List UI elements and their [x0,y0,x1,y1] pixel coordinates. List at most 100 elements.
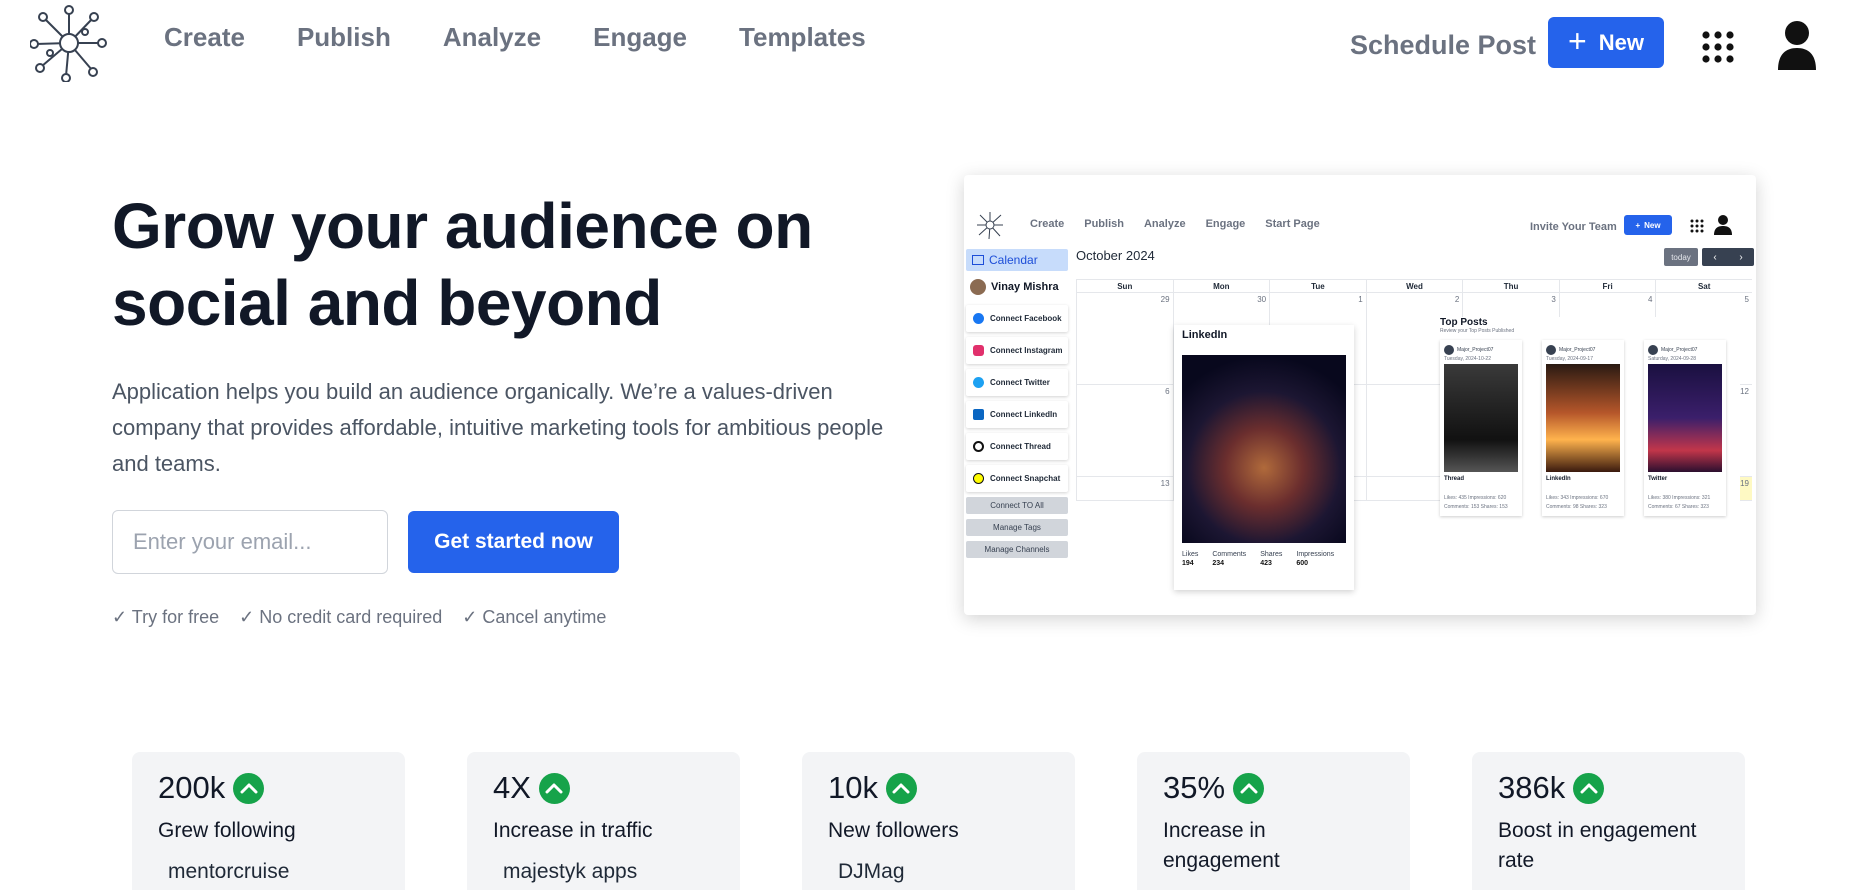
post-stat-value: 194 [1182,560,1194,567]
post-stat-value: 600 [1296,560,1309,567]
apps-grid-icon[interactable] [1702,31,1734,63]
top-post-metrics: Likes: 343 Impressions: 670 Comments: 98 … [1546,494,1620,512]
nav-analyze[interactable]: Analyze [443,22,541,53]
top-post-date: Tuesday, 2024-10-22 [1444,356,1491,362]
top-post-metric: Likes: 343 Impressions: 670 [1546,495,1609,501]
chevron-up-icon [538,772,570,804]
preview-month-title: October 2024 [1076,248,1155,263]
top-post-metric: Comments: 153 Shares: 153 [1444,504,1508,510]
preview-nav-item: Publish [1084,218,1124,230]
chevron-left-icon: ‹ [1713,251,1717,263]
preview-weekday-header: Sun Mon Tue Wed Thu Fri Sat [1076,279,1752,293]
plus-icon: + [1635,220,1641,230]
stat-card: 10k New followers DJMag [802,752,1075,890]
new-button-label: New [1598,29,1644,55]
perks-list: ✓ Try for free ✓ No credit card required… [112,607,606,628]
email-input[interactable] [112,510,388,574]
preview-month-nav: ‹ › [1702,248,1754,266]
stat-card: 4X Increase in traffic majestyk apps [467,752,740,890]
snapchat-icon [973,473,984,484]
preview-new-label: New [1644,220,1661,230]
preview-user-name: Vinay Mishra [991,281,1059,293]
preview-side-label: Connect Thread [990,442,1051,451]
post-stat: Impressions 600 [1296,551,1334,567]
preview-connect-twitter: Connect Twitter [966,369,1068,396]
top-post-date: Saturday, 2024-09-28 [1648,356,1696,362]
preview-post-popup: LinkedIn Likes 194 Comments 234 Shares 423 … [1174,325,1354,590]
post-stat-value: 234 [1212,560,1225,567]
chevron-right-icon: › [1739,251,1743,263]
stats-row: 200k Grew following mentorcruise 4X Incr… [132,752,1745,890]
top-post-platform: Thread [1444,476,1465,482]
post-stat: Shares 423 [1260,551,1282,567]
network-logo-icon[interactable] [30,4,108,82]
perk-item: ✓ No credit card required [239,607,443,627]
post-stat-label: Comments [1212,551,1247,558]
stat-label: Boost in engagement rate [1498,819,1697,872]
preview-connect-snapchat: Connect Snapchat [966,465,1068,492]
nav-engage[interactable]: Engage [593,22,687,53]
top-post-user: Major_Project07 [1661,347,1698,353]
top-post-metrics: Likes: 435 Impressions: 620 Comments: 153… [1444,494,1518,512]
stat-label: Grew following [158,819,296,842]
preview-side-label: Connect Facebook [990,314,1062,323]
app-preview-screenshot: Create Publish Analyze Engage Start Page… [964,175,1756,615]
weekday-label: Thu [1462,280,1559,293]
nav-publish[interactable]: Publish [297,22,391,53]
top-posts-cards: Major_Project07 Tuesday, 2024-10-22 Thre… [1440,340,1740,516]
avatar [1444,345,1454,355]
chevron-up-icon [1573,772,1605,804]
stat-value: 200k [158,770,226,805]
stat-label: New followers [828,819,959,842]
preview-nav-links: Create Publish Analyze Engage Start Page [1030,218,1320,230]
nav-create[interactable]: Create [164,22,245,53]
apps-grid-icon [1690,219,1704,233]
stat-value-row: 35% [1163,770,1384,806]
stat-value: 4X [493,770,531,805]
schedule-post-link[interactable]: Schedule Post [1350,30,1536,61]
stat-brand: mentorcruise [168,860,290,883]
post-stat-label: Impressions [1296,551,1335,558]
top-post-metric: Comments: 67 Shares: 323 [1648,504,1709,510]
preview-connect-all-button: Connect TO All [966,497,1068,514]
stat-value-row: 200k [158,770,379,806]
preview-navbar: Create Publish Analyze Engage Start Page… [964,175,1756,240]
preview-connect-facebook: Connect Facebook [966,305,1068,332]
plus-icon: + [1568,22,1587,59]
get-started-button[interactable]: Get started now [408,511,619,573]
top-post-image [1648,364,1722,472]
preview-connect-linkedin: Connect LinkedIn [966,401,1068,428]
preview-manage-tags-button: Manage Tags [966,519,1068,536]
top-post-header: Major_Project07 [1444,344,1518,356]
preview-invite-team: Invite Your Team [1530,221,1617,233]
preview-manage-channels-button: Manage Channels [966,541,1068,558]
preview-today-button: today [1664,248,1698,266]
nav-templates[interactable]: Templates [739,22,866,53]
top-post-user: Major_Project07 [1457,347,1494,353]
calendar-day: 13 [1076,477,1173,500]
main-nav: Create Publish Analyze Engage Templates [164,22,866,53]
weekday-label: Tue [1269,280,1366,293]
top-navbar: Create Publish Analyze Engage Templates … [0,0,1866,92]
preview-calendar-label: Calendar [989,253,1038,267]
top-posts-title: Top Posts [1440,317,1488,328]
top-post-platform: Twitter [1648,476,1668,482]
stat-brand: majestyk apps [503,860,638,883]
weekday-label: Wed [1365,280,1463,293]
preview-post-image [1182,355,1346,543]
stat-card: 386k Boost in engagement rate [1472,752,1745,890]
hero-title: Grow your audience on social and beyond [112,190,813,339]
preview-top-posts: Top Posts Review your Top Posts Publishe… [1440,317,1740,517]
preview-popup-title: LinkedIn [1182,329,1228,341]
preview-post-stats: Likes 194 Comments 234 Shares 423 Impressio… [1182,551,1334,567]
top-post-image [1546,364,1620,472]
top-post-metric: Likes: 435 Impressions: 620 [1444,495,1507,501]
user-profile-icon[interactable] [1776,20,1818,70]
weekday-label: Mon [1172,280,1270,293]
preview-nav-item: Start Page [1265,218,1320,230]
stat-card: 35% Increase in engagement authorbetsyk [1137,752,1410,890]
new-button[interactable]: + New [1548,17,1664,68]
stat-label: Increase in traffic [493,819,653,842]
top-post-platform: LinkedIn [1546,476,1571,482]
instagram-icon [973,345,984,356]
